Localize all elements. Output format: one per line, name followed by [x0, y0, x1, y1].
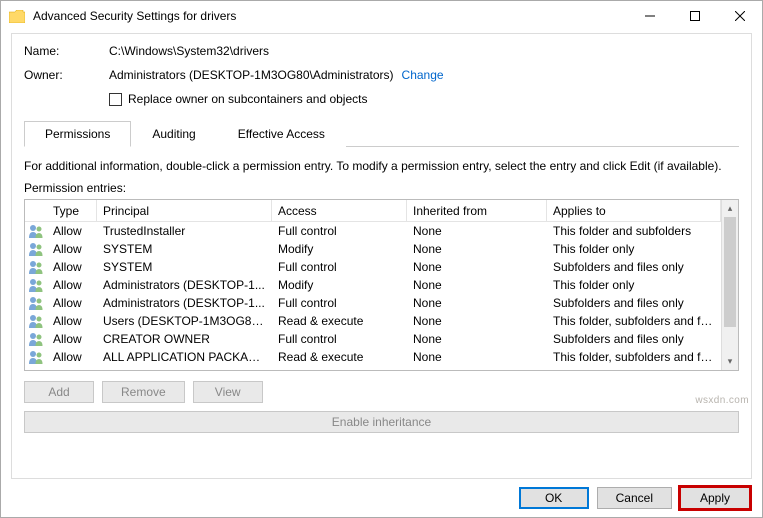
cancel-button[interactable]: Cancel [597, 487, 672, 509]
scroll-up-arrow[interactable]: ▴ [722, 200, 738, 217]
ok-button[interactable]: OK [519, 487, 589, 509]
people-icon [25, 259, 47, 275]
table-row[interactable]: AllowUsers (DESKTOP-1M3OG80\U...Read & e… [25, 312, 721, 330]
people-icon [25, 349, 47, 365]
apply-button[interactable]: Apply [680, 487, 750, 509]
grid-header: Type Principal Access Inherited from App… [25, 200, 721, 222]
title-bar: Advanced Security Settings for drivers [1, 1, 762, 31]
table-row[interactable]: AllowSYSTEMFull controlNoneSubfolders an… [25, 258, 721, 276]
entries-label: Permission entries: [24, 181, 739, 195]
table-row[interactable]: AllowCREATOR OWNERFull controlNoneSubfol… [25, 330, 721, 348]
permission-grid: Type Principal Access Inherited from App… [24, 199, 739, 371]
people-icon [25, 277, 47, 293]
col-applies[interactable]: Applies to [547, 200, 721, 221]
table-row[interactable]: AllowSYSTEMModifyNoneThis folder only [25, 240, 721, 258]
tab-strip: Permissions Auditing Effective Access [24, 120, 739, 147]
minimize-button[interactable] [627, 1, 672, 31]
table-row[interactable]: AllowTrustedInstallerFull controlNoneThi… [25, 222, 721, 240]
owner-label: Owner: [24, 68, 109, 82]
vertical-scrollbar[interactable]: ▴ ▾ [721, 200, 738, 370]
maximize-button[interactable] [672, 1, 717, 31]
add-button[interactable]: Add [24, 381, 94, 403]
view-button[interactable]: View [193, 381, 263, 403]
table-row[interactable]: AllowAdministrators (DESKTOP-1...ModifyN… [25, 276, 721, 294]
name-label: Name: [24, 44, 109, 58]
people-icon [25, 241, 47, 257]
col-type[interactable]: Type [47, 200, 97, 221]
enable-inheritance-button[interactable]: Enable inheritance [24, 411, 739, 433]
scroll-down-arrow[interactable]: ▾ [722, 353, 738, 370]
table-row[interactable]: AllowALL APPLICATION PACKAGESRead & exec… [25, 348, 721, 366]
tab-effective-access[interactable]: Effective Access [217, 121, 346, 147]
people-icon [25, 313, 47, 329]
col-inherited[interactable]: Inherited from [407, 200, 547, 221]
remove-button[interactable]: Remove [102, 381, 185, 403]
tab-auditing[interactable]: Auditing [131, 121, 216, 147]
owner-value: Administrators (DESKTOP-1M3OG80\Administ… [109, 68, 394, 82]
scroll-thumb[interactable] [724, 217, 736, 327]
info-text: For additional information, double-click… [24, 159, 739, 173]
tab-permissions[interactable]: Permissions [24, 121, 131, 147]
name-value: C:\Windows\System32\drivers [109, 44, 269, 58]
replace-owner-checkbox[interactable] [109, 93, 122, 106]
people-icon [25, 295, 47, 311]
folder-icon [9, 10, 25, 23]
col-principal[interactable]: Principal [97, 200, 272, 221]
people-icon [25, 223, 47, 239]
window-title: Advanced Security Settings for drivers [33, 9, 627, 23]
table-row[interactable]: AllowAdministrators (DESKTOP-1...Full co… [25, 294, 721, 312]
people-icon [25, 331, 47, 347]
replace-owner-label: Replace owner on subcontainers and objec… [128, 92, 367, 106]
col-access[interactable]: Access [272, 200, 407, 221]
close-button[interactable] [717, 1, 762, 31]
change-owner-link[interactable]: Change [402, 68, 444, 82]
watermark: wsxdn.com [695, 395, 749, 406]
